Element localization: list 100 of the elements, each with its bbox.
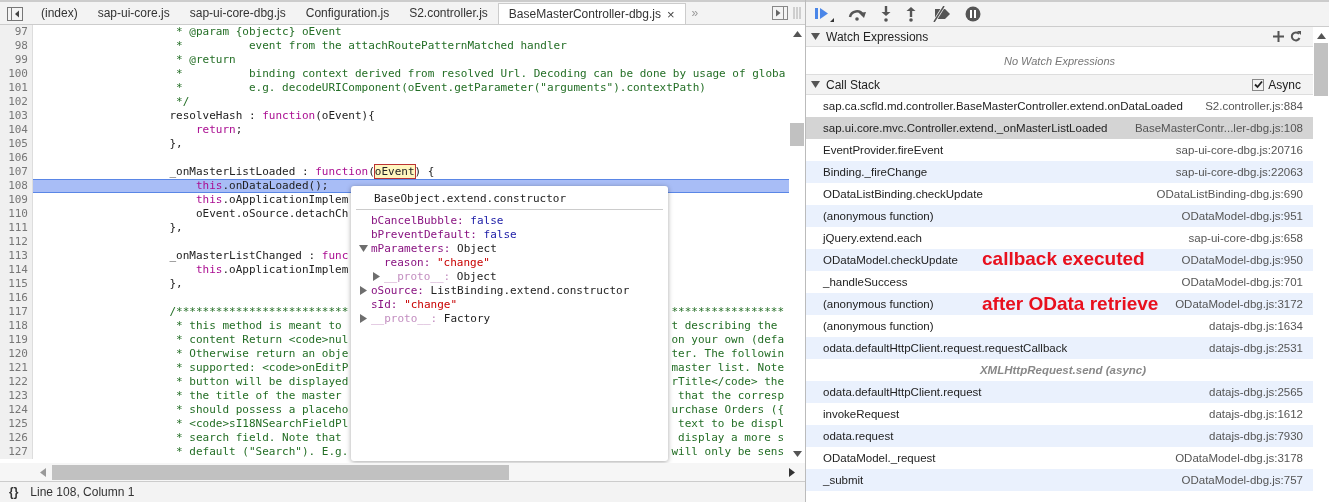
code-line: this.oApplicationImplem (194, 193, 349, 206)
section-header[interactable]: Watch Expressions (806, 27, 1313, 47)
code-line: * @return (175, 53, 236, 66)
line-number: 102 (0, 95, 33, 109)
expand-triangle-icon[interactable] (811, 80, 820, 89)
call-stack-frame[interactable]: jQuery.extend.each sap-ui-core-dbg.js:658 (806, 227, 1313, 249)
code-line: display a more s (677, 431, 785, 445)
expand-triangle-icon[interactable] (372, 271, 381, 281)
expand-triangle-icon[interactable] (359, 313, 368, 323)
pretty-print-button[interactable]: {} (9, 485, 19, 499)
code-line: oEvent.oSource.detachCh (194, 207, 349, 220)
step-into-icon[interactable] (880, 6, 892, 22)
expand-triangle-icon[interactable] (359, 243, 368, 253)
call-stack-frame[interactable]: ODataModel._request ODataModel-dbg.js:3178 (806, 447, 1313, 469)
code-line: * default ("Search"). E.g. (175, 445, 349, 458)
file-tab[interactable]: (index) (31, 2, 88, 24)
code-line: * search field. Note that (175, 431, 342, 444)
code-line: * content Return <code>nul (175, 333, 349, 346)
panel-toggle-icon[interactable] (772, 6, 788, 20)
line-number: 117 (0, 305, 33, 319)
call-stack-frame[interactable]: sap.ca.scfld.md.controller.BaseMasterController.extend.onDataLoaded S2.controller.js:884 (806, 95, 1313, 117)
call-stack-frame[interactable]: odata.defaultHttpClient.request datajs-dbg.js:2565 (806, 381, 1313, 403)
call-stack-frame[interactable]: invokeRequest datajs-dbg.js:1612 (806, 403, 1313, 425)
code-line: text to be displ (677, 417, 785, 431)
line-number: 120 (0, 347, 33, 361)
checkmark-icon (1253, 80, 1263, 89)
call-stack-frame[interactable]: _handleSuccess ODataModel-dbg.js:701 (806, 271, 1313, 293)
scroll-thumb[interactable] (1314, 43, 1328, 96)
property-line: __proto__: Factory (371, 311, 491, 325)
file-tab[interactable]: BaseMasterController-dbg.js × (497, 3, 686, 24)
code-line: * the title of the master (175, 389, 342, 402)
code-line: ***************** (671, 305, 785, 319)
scroll-right-icon[interactable] (789, 467, 795, 477)
call-stack-frame[interactable]: ODataListBinding.checkUpdate ODataListBinding-dbg.js:690 (806, 183, 1313, 205)
scroll-down-icon[interactable] (792, 451, 802, 457)
section-header[interactable]: Call Stack Async (806, 74, 1313, 95)
sidebar-toggle-icon[interactable] (7, 7, 23, 21)
annotation-text: after OData retrieve (982, 294, 1159, 314)
code-line: * binding context derived from resolved Url. Decoding can be done by usage of globa (175, 67, 786, 80)
file-tab[interactable]: Configuration.js (295, 2, 400, 24)
close-button[interactable]: × (666, 6, 675, 22)
line-number: 122 (0, 375, 33, 389)
step-out-icon[interactable] (905, 6, 917, 22)
expand-triangle-icon[interactable] (359, 285, 368, 295)
line-number: 112 (0, 235, 33, 249)
call-stack-frame[interactable]: (anonymous function) ODataModel-dbg.js:951 (806, 205, 1313, 227)
code-line: * button will be displayed (175, 375, 349, 388)
annotation-text: callback executed (982, 249, 1145, 269)
pause-icon[interactable] (965, 6, 981, 22)
drag-handle-icon[interactable] (793, 7, 801, 19)
file-tab[interactable]: S2.controller.js (399, 2, 498, 24)
code-line: on your own (defa (671, 333, 785, 347)
code-line: return; (194, 123, 243, 136)
line-number: 99 (0, 53, 33, 67)
code-line: t describing the (671, 319, 778, 333)
call-stack-frame[interactable]: _submit ODataModel-dbg.js:757 (806, 469, 1313, 491)
file-tab[interactable]: sap-ui-core.js (87, 2, 180, 24)
step-over-icon[interactable] (847, 7, 867, 21)
line-number: 107 (0, 165, 33, 179)
property-line: bCancelBubble: false (371, 213, 504, 227)
call-stack-frame[interactable]: Binding._fireChange sap-ui-core-dbg.js:22063 (806, 161, 1313, 183)
code-line: * should possess a placeho (175, 403, 349, 416)
call-stack-frame[interactable]: EventProvider.fireEvent sap-ui-core-dbg.js:20716 (806, 139, 1313, 161)
async-checkbox[interactable]: Async (1252, 77, 1301, 92)
code-line: will only be sens (671, 445, 785, 459)
resume-icon[interactable] (814, 6, 834, 22)
line-number: 118 (0, 319, 33, 333)
code-line: /************************** (168, 305, 349, 318)
refresh-icon[interactable] (1290, 31, 1301, 42)
line-number: 114 (0, 263, 33, 277)
code-line: _onMasterListLoaded : function(oEvent) { (168, 165, 435, 178)
call-stack-frame[interactable]: odata.defaultHttpClient.request.requestCallback datajs-dbg.js:2531 (806, 337, 1313, 359)
line-number: 113 (0, 249, 33, 263)
scroll-thumb[interactable] (790, 123, 804, 146)
scroll-up-icon[interactable] (792, 31, 802, 37)
call-stack-frame[interactable]: sap.ui.core.mvc.Controller.extend._onMasterListLoaded BaseMasterContr...ler-dbg.js:108 (806, 117, 1313, 139)
code-line: this.onDataLoaded(); (194, 179, 329, 192)
call-stack-frame[interactable]: (anonymous function) datajs-dbg.js:1634 (806, 315, 1313, 337)
line-number: 127 (0, 445, 33, 459)
property-line: oSource: ListBinding.extend.constructor (371, 283, 630, 297)
line-number: 115 (0, 277, 33, 291)
code-line: }, (168, 277, 183, 290)
property-line: mParameters: Object (371, 241, 497, 255)
code-line: resolveHash : function(oEvent){ (168, 109, 375, 122)
line-number: 124 (0, 403, 33, 417)
scroll-up-icon[interactable] (1316, 33, 1326, 39)
code-line: ter. The followin (671, 347, 785, 361)
call-stack-frame[interactable]: odata.request datajs-dbg.js:7930 (806, 425, 1313, 447)
scroll-left-icon[interactable] (40, 467, 46, 477)
popover-title: BaseObject.extend.constructor (356, 190, 663, 210)
deactivate-breakpoints-icon[interactable] (930, 6, 952, 22)
add-icon[interactable] (1273, 31, 1284, 42)
file-tab[interactable]: sap-ui-core-dbg.js (179, 2, 296, 24)
property-line: sId: "change" (371, 297, 458, 311)
line-number: 121 (0, 361, 33, 375)
code-line: rTitle</code> the (671, 375, 785, 389)
code-line: * event from the attachRoutePatternMatched handler (175, 39, 567, 52)
line-number: 119 (0, 333, 33, 347)
scrollbar[interactable] (0, 463, 805, 482)
expand-triangle-icon[interactable] (811, 32, 820, 41)
